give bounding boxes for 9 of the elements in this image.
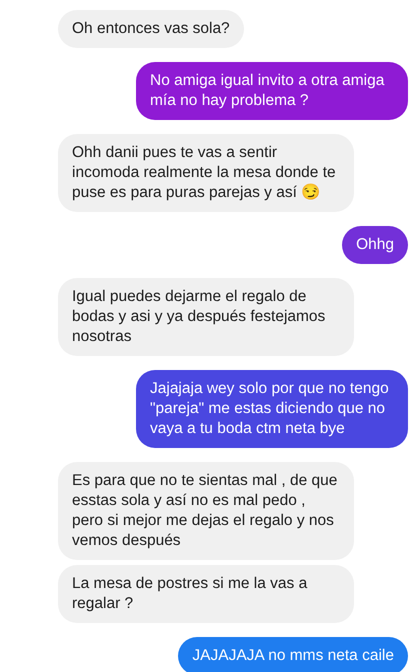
received-message-bubble: Oh entonces vas sola? (58, 10, 244, 48)
sent-message-bubble: Jajajaja wey solo por que no tengo "pareja" me estas diciendo que no vaya a tu boda ctm neta bye (136, 370, 408, 448)
received-message-bubble: Igual puedes dejarme el regalo de bodas y asi y ya después festejamos nosotras (58, 278, 354, 356)
sent-message-bubble: Ohhg (342, 226, 408, 264)
sent-message-bubble: JAJAJAJA no mms neta caile (178, 637, 408, 672)
received-message-bubble: La mesa de postres si me la vas a regalar ? (58, 565, 354, 623)
received-message-bubble: Es para que no te sientas mal , de que esstas sola y así no es mal pedo , pero si mejor me dejas el regalo y nos vemos después (58, 462, 354, 560)
sent-message-bubble: No amiga igual invito a otra amiga mía no hay problema ? (136, 62, 408, 120)
received-message-bubble: Ohh danii pues te vas a sentir incomoda realmente la mesa donde te puse es para puras parejas y así 😏 (58, 134, 354, 212)
